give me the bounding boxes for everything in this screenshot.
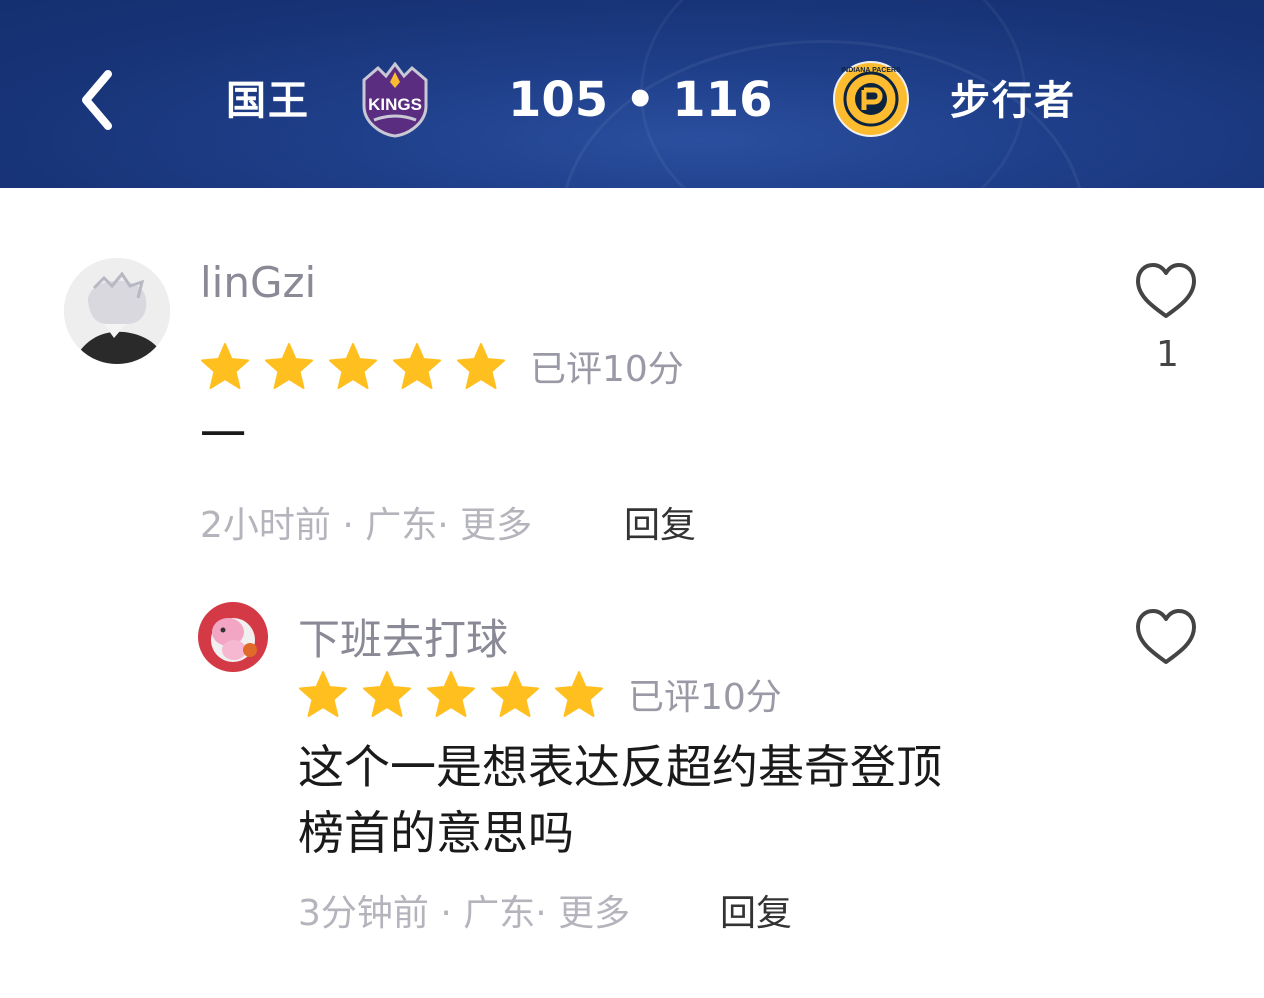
chevron-left-icon <box>82 70 112 130</box>
star-icon <box>299 671 347 717</box>
star-icon <box>491 671 539 717</box>
star-icon <box>329 343 377 389</box>
rating-label: 已评10分 <box>530 349 684 390</box>
home-team-name[interactable]: 国王 <box>226 68 310 126</box>
scoreboard-header: 国王 KINGS 105 • 116 INDIANA PACERS 步行者 <box>0 0 1264 188</box>
pacers-logo[interactable]: INDIANA PACERS <box>832 60 910 142</box>
username[interactable]: 下班去打球 <box>298 606 508 667</box>
back-button[interactable] <box>70 64 130 134</box>
pacers-logo-text: INDIANA PACERS <box>841 67 901 74</box>
star-rating <box>200 342 506 390</box>
avatar[interactable] <box>64 258 170 364</box>
rating-label: 已评10分 <box>628 677 782 718</box>
star-icon <box>427 671 475 717</box>
star-icon <box>555 671 603 717</box>
like-count: 1 <box>1156 334 1179 375</box>
comment-meta: 3分钟前 · 广东· 更多 <box>298 893 631 934</box>
score: 105 • 116 <box>508 72 773 128</box>
away-team-name[interactable]: 步行者 <box>950 68 1076 126</box>
reply-button[interactable]: 回复 <box>624 496 696 548</box>
star-icon <box>265 343 313 389</box>
comment-text-line1: 这个一是想表达反超约基奇登顶 <box>298 740 942 794</box>
comment-text-line2: 榜首的意思吗 <box>298 806 574 860</box>
reply-button[interactable]: 回复 <box>720 884 792 936</box>
star-icon <box>393 343 441 389</box>
star-icon <box>363 671 411 717</box>
star-rating <box>298 670 604 718</box>
kings-logo-text: KINGS <box>368 95 422 114</box>
like-button[interactable] <box>1134 608 1198 670</box>
heart-outline-icon <box>1136 263 1196 318</box>
username[interactable]: linGzi <box>200 258 316 307</box>
comment-text: 一 <box>200 408 246 462</box>
comment-meta: 2小时前 · 广东· 更多 <box>200 505 533 546</box>
avatar[interactable] <box>198 602 268 672</box>
kings-logo[interactable]: KINGS <box>358 61 432 142</box>
heart-outline-icon <box>1136 609 1196 664</box>
like-button[interactable] <box>1134 262 1198 324</box>
star-icon <box>201 343 249 389</box>
star-icon <box>457 343 505 389</box>
